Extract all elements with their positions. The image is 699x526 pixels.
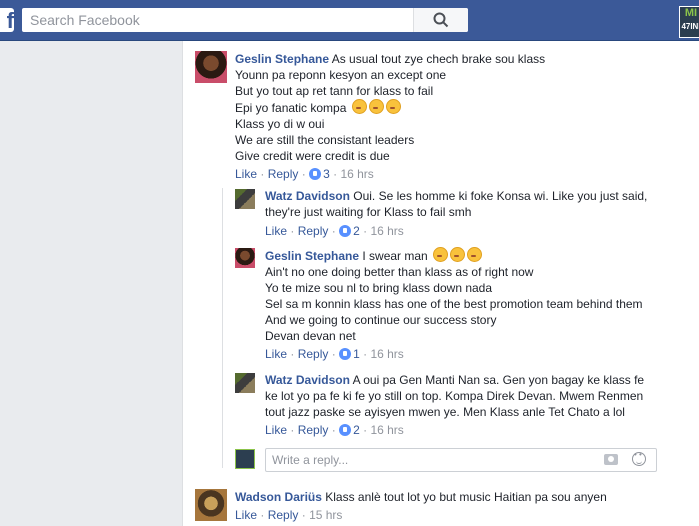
search-icon (433, 12, 449, 28)
comment-text: Sel sa m konnin klass has one of the bes… (265, 297, 643, 311)
timestamp[interactable]: 16 hrs (370, 347, 403, 361)
like-link[interactable]: Like (235, 508, 257, 522)
like-link[interactable]: Like (265, 423, 287, 437)
separator-dot: · (290, 347, 295, 361)
reply-link[interactable]: Reply (298, 347, 329, 361)
flushed-emoji-icon (433, 247, 449, 262)
like-link[interactable]: Like (235, 167, 257, 181)
camera-icon[interactable] (604, 454, 618, 465)
comment-body: Wadson Dariüs Klass anlè tout lot yo but… (235, 489, 607, 505)
comment-author[interactable]: Geslin Stephane (265, 249, 359, 263)
like-thumb-icon (339, 225, 352, 237)
avatar[interactable] (195, 51, 227, 83)
comment-text: And we going to continue our success sto… (265, 313, 497, 327)
comment-actions: Like · Reply · 2 · 16 hrs (265, 223, 404, 239)
comment-text: ke lot yo pa fe ki fe yo still on top. K… (265, 389, 644, 403)
timestamp[interactable]: 16 hrs (370, 224, 403, 238)
like-thumb-icon (309, 168, 322, 180)
comment-text: Devan devan net (265, 329, 356, 343)
page-profile-logo[interactable]: MI 47INI (679, 6, 699, 38)
comment-text: tout jazz paske se ayisyen mwen ye. Men … (265, 405, 625, 419)
comment-text: But yo tout ap ret tann for klass to fai… (235, 84, 434, 98)
comment-text: I swear man (362, 249, 428, 263)
like-count[interactable]: 2 (353, 423, 360, 437)
timestamp[interactable]: 15 hrs (309, 508, 342, 522)
reply-link[interactable]: Reply (268, 508, 299, 522)
search-button[interactable] (413, 8, 468, 32)
comment-text: Younn pa reponn kesyon an except one (235, 68, 447, 82)
comment-actions: Like · Reply · 1 · 16 hrs (265, 346, 404, 362)
reply-thread-line (222, 188, 223, 468)
comment-text: Give credit were credit is due (235, 149, 390, 163)
page-logo-top-text: MI (684, 7, 698, 19)
like-thumb-icon (339, 424, 352, 436)
avatar[interactable] (235, 189, 255, 209)
comment-text: We are still the consistant leaders (235, 133, 415, 147)
reply-input[interactable] (266, 449, 598, 471)
reply-body: Watz Davidson Oui. Se les homme ki foke … (265, 188, 647, 220)
flushed-emoji-icon (467, 247, 483, 262)
separator-dot: · (363, 423, 368, 437)
separator-dot: · (331, 347, 336, 361)
comment-text: Klass anlè tout lot yo but music Haitian… (325, 490, 607, 504)
comment-actions: Like · Reply · 15 hrs (235, 507, 342, 523)
comment-actions: Like · Reply · 3 · 16 hrs (235, 166, 374, 182)
separator-dot: · (333, 167, 338, 181)
separator-dot: · (363, 347, 368, 361)
comment-text: Yo te mize sou nl to bring klass down na… (265, 281, 493, 295)
flushed-emoji-icon (368, 99, 384, 114)
comment-body: Geslin Stephane As usual tout zye chech … (235, 51, 545, 164)
timestamp[interactable]: 16 hrs (370, 423, 403, 437)
avatar[interactable] (235, 373, 255, 393)
comment-author[interactable]: Watz Davidson (265, 373, 350, 387)
reply-body: Watz Davidson A oui pa Gen Manti Nan sa.… (265, 372, 644, 420)
top-navigation-bar: f MI 47INI (0, 0, 699, 41)
comment-author[interactable]: Wadson Dariüs (235, 490, 322, 504)
comment-text: As usual tout zye chech brake sou klass (331, 52, 546, 66)
facebook-logo[interactable]: f (0, 8, 14, 32)
like-link[interactable]: Like (265, 347, 287, 361)
separator-dot: · (301, 508, 306, 522)
avatar[interactable] (195, 489, 227, 521)
like-count[interactable]: 1 (353, 347, 360, 361)
comment-text: Ain't no one doing better than klass as … (265, 265, 534, 279)
current-user-avatar[interactable] (235, 449, 255, 469)
page-logo-bottom-text: 47INI (681, 22, 699, 31)
reply-composer (265, 448, 657, 472)
comment-text: Klass yo di w oui (235, 117, 325, 131)
like-link[interactable]: Like (265, 224, 287, 238)
flushed-emoji-icon (351, 99, 367, 114)
separator-dot: · (363, 224, 368, 238)
reply-link[interactable]: Reply (298, 224, 329, 238)
separator-dot: · (260, 167, 265, 181)
reply-link[interactable]: Reply (298, 423, 329, 437)
emoji-picker-icon[interactable] (632, 450, 646, 466)
search-bar (22, 8, 468, 32)
separator-dot: · (260, 508, 265, 522)
reply-body: Geslin Stephane I swear man Ain't no one… (265, 247, 643, 344)
comments-panel: Geslin Stephane As usual tout zye chech … (182, 41, 699, 526)
comment-text: Oui. Se les homme ki foke Konsa wi. Like… (353, 189, 648, 203)
flushed-emoji-icon (450, 247, 466, 262)
reply-link[interactable]: Reply (268, 167, 299, 181)
separator-dot: · (301, 167, 306, 181)
separator-dot: · (290, 423, 295, 437)
like-count[interactable]: 3 (323, 167, 330, 181)
flushed-emoji-icon (385, 99, 401, 114)
avatar[interactable] (235, 248, 255, 268)
comment-text: A oui pa Gen Manti Nan sa. Gen yon bagay… (352, 373, 645, 387)
comment-author[interactable]: Watz Davidson (265, 189, 350, 203)
separator-dot: · (331, 423, 336, 437)
comment-author[interactable]: Geslin Stephane (235, 52, 329, 66)
separator-dot: · (290, 224, 295, 238)
timestamp[interactable]: 16 hrs (340, 167, 373, 181)
like-count[interactable]: 2 (353, 224, 360, 238)
comment-text: they're just waiting for Klass to fail s… (265, 205, 472, 219)
search-input[interactable] (22, 8, 428, 32)
comment-actions: Like · Reply · 2 · 16 hrs (265, 422, 404, 438)
like-thumb-icon (339, 348, 352, 360)
comment-text: Epi yo fanatic kompa (235, 101, 347, 115)
separator-dot: · (331, 224, 336, 238)
